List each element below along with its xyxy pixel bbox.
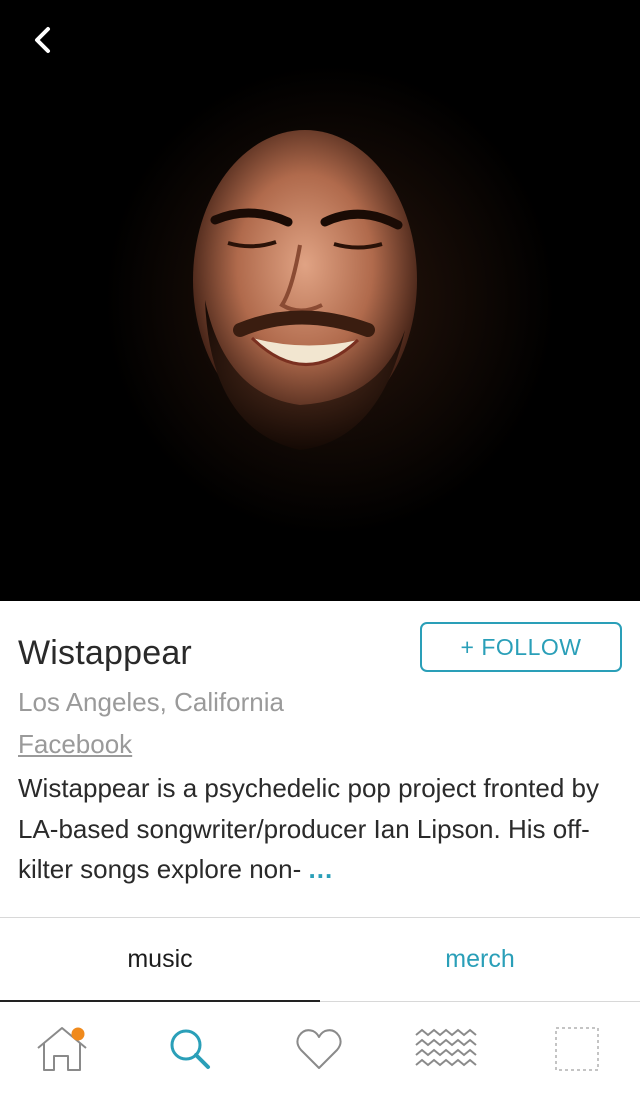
- bottom-navigation: [0, 1003, 640, 1099]
- artist-bio: Wistappear is a psychedelic pop project …: [18, 768, 618, 890]
- artist-name: Wistappear: [18, 634, 192, 672]
- heart-icon: [296, 1029, 342, 1069]
- nav-collection[interactable]: [545, 1017, 609, 1081]
- nav-feed[interactable]: [414, 1017, 478, 1081]
- follow-button[interactable]: + FOLLOW: [420, 622, 622, 672]
- nav-home[interactable]: [30, 1017, 94, 1081]
- notification-badge: [71, 1027, 85, 1041]
- artist-profile-screen: Wistappear + FOLLOW Los Angeles, Califor…: [0, 0, 640, 1099]
- home-icon: [37, 1027, 87, 1071]
- chevron-left-icon: [35, 27, 50, 53]
- waves-icon: [415, 1028, 477, 1067]
- artist-location: Los Angeles, California: [18, 687, 284, 717]
- artist-photo: [0, 0, 640, 601]
- back-button[interactable]: [22, 20, 62, 60]
- tab-music[interactable]: music: [0, 918, 320, 1002]
- tab-merch[interactable]: merch: [320, 918, 640, 1002]
- read-more-button[interactable]: ...: [309, 854, 334, 884]
- artist-portrait-image: [105, 65, 555, 535]
- search-icon: [170, 1029, 210, 1069]
- artist-info: Wistappear + FOLLOW Los Angeles, Califor…: [0, 601, 640, 918]
- nav-wishlist[interactable]: [287, 1017, 351, 1081]
- facebook-link[interactable]: Facebook: [18, 729, 132, 760]
- placeholder-square-icon: [555, 1027, 599, 1071]
- nav-search[interactable]: [158, 1017, 222, 1081]
